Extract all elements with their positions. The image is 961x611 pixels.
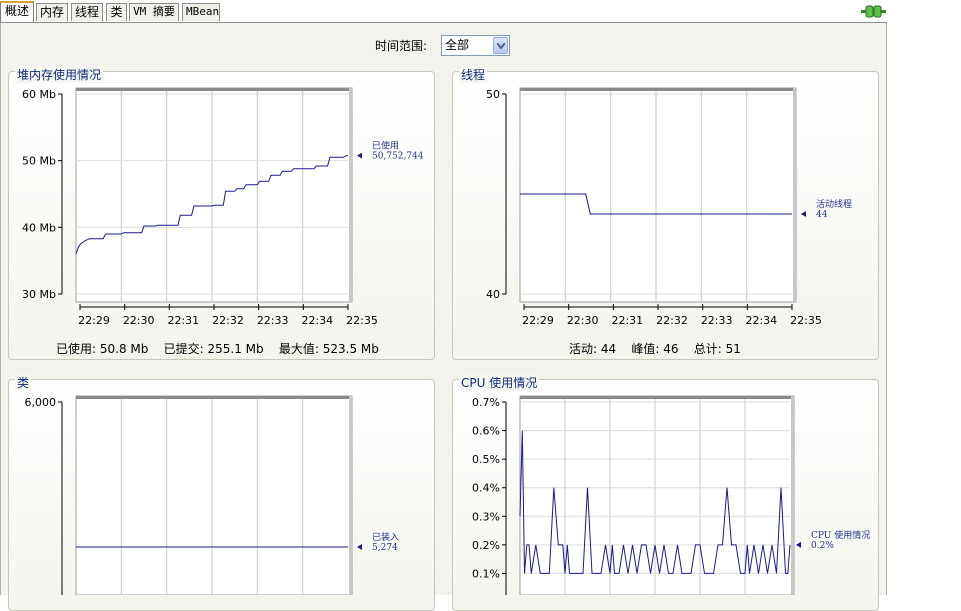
cpu-y-tick-label: 0.6% — [472, 425, 500, 438]
heap-y-tick-label: 40 Mb — [22, 221, 56, 234]
threads-plot-area — [519, 87, 797, 303]
threads-frame-right — [793, 88, 796, 302]
heap-x-tick-label: 22:33 — [257, 314, 289, 327]
cpu-frame-top — [520, 396, 794, 399]
cpu-plot-area — [519, 395, 795, 595]
threads-y-tick-label: 40 — [486, 288, 500, 301]
classes-frame-right — [349, 396, 352, 595]
cpu-y-tick-label: 0.4% — [472, 482, 500, 495]
threads-x-tick-label: 22:32 — [656, 314, 688, 327]
threads-x-tick-label: 22:29 — [522, 314, 554, 327]
heap-chart: 30 Mb 40 Mb 50 Mb 60 Mb 22:29 22:30 22:31 22:32… — [22, 87, 424, 327]
heap-frame-top — [76, 88, 352, 91]
heap-x-tick-label: 22:29 — [78, 314, 110, 327]
heap-legend-marker — [357, 152, 362, 159]
classes-legend-marker — [357, 544, 362, 550]
threads-x-tick-label: 22:35 — [790, 314, 822, 327]
threads-x-tick-label: 22:33 — [701, 314, 733, 327]
heap-y-tick-label: 30 Mb — [22, 288, 56, 301]
heap-plot-area — [75, 87, 353, 303]
classes-y-tick-label: 6,000 — [25, 396, 57, 409]
threads-legend-value: 44 — [816, 210, 828, 220]
heap-x-tick-label: 22:34 — [301, 314, 333, 327]
heap-legend-value: 50,752,744 — [372, 152, 424, 162]
cpu-legend-marker — [796, 541, 801, 548]
threads-frame-top — [520, 88, 796, 91]
cpu-frame-right — [791, 396, 794, 595]
heap-x-tick-label: 22:30 — [123, 314, 155, 327]
classes-legend-value: 5,274 — [372, 543, 398, 553]
threads-x-tick-label: 22:34 — [745, 314, 777, 327]
charts-layer: 30 Mb 40 Mb 50 Mb 60 Mb 22:29 22:30 22:31 22:32… — [22, 87, 870, 595]
cpu-y-tick-label: 0.5% — [472, 453, 500, 466]
cpu-legend-name: CPU 使用情况 — [811, 529, 870, 541]
cpu-y-tick-label: 0.1% — [472, 567, 500, 580]
cpu-y-tick-label: 0.2% — [472, 539, 500, 552]
threads-x-tick-label: 22:31 — [611, 314, 643, 327]
threads-legend-name: 活动线程 — [816, 198, 852, 210]
threads-legend-marker — [801, 211, 806, 217]
threads-chart: 40 50 22:29 22:30 22:31 22:32 22:33 22:34 22:35 活… — [486, 87, 852, 327]
heap-x-tick-label: 22:32 — [212, 314, 244, 327]
heap-x-tick-label: 22:35 — [346, 314, 378, 327]
classes-frame-top — [76, 396, 352, 399]
heap-legend-name: 已使用 — [372, 140, 399, 152]
heap-x-tick-label: 22:31 — [167, 314, 199, 327]
cpu-y-tick-label: 0.7% — [472, 396, 500, 409]
cpu-y-tick-label: 0.3% — [472, 510, 500, 523]
threads-x-tick-label: 22:30 — [567, 314, 599, 327]
cpu-legend-value: 0.2% — [811, 541, 834, 551]
classes-plot-area — [75, 395, 353, 595]
heap-y-tick-label: 60 Mb — [22, 88, 56, 101]
heap-frame-right — [349, 88, 352, 302]
cpu-chart: 0.1%0.2%0.3%0.4%0.5%0.6%0.7%CPU 使用情况0.2% — [472, 395, 870, 595]
threads-y-tick-label: 50 — [486, 88, 500, 101]
heap-y-tick-label: 50 Mb — [22, 155, 56, 168]
classes-chart: 6,000 已装入5,274 — [25, 395, 399, 595]
classes-legend-name: 已装入 — [372, 531, 399, 543]
